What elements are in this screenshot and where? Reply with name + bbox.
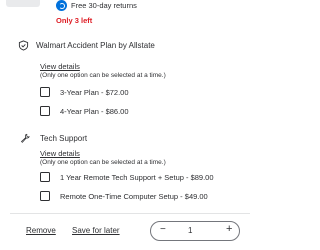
tech-option-setup-label[interactable]: Remote One-Time Computer Setup - $49.00 [60, 192, 208, 201]
tech-support-view-details-link[interactable]: View details [40, 149, 80, 158]
tech-option-remote-support-label[interactable]: 1 Year Remote Tech Support + Setup - $89… [60, 173, 214, 182]
remove-link[interactable]: Remove [26, 226, 56, 235]
shield-icon [18, 40, 29, 51]
protection-plan-title: Walmart Accident Plan by Allstate [36, 41, 155, 50]
save-for-later-link[interactable]: Save for later [72, 226, 120, 235]
plan-option-3yr-checkbox[interactable] [40, 87, 50, 97]
quantity-decrease-button[interactable]: − [160, 224, 166, 235]
plan-option-4yr-label[interactable]: 4-Year Plan - $86.00 [60, 107, 129, 116]
tech-support-title: Tech Support [40, 134, 88, 143]
stock-status: Only 3 left [56, 16, 93, 25]
tech-support-note: (Only one option can be selected at a ti… [40, 159, 166, 166]
plan-option-4yr-checkbox[interactable] [40, 106, 50, 116]
returns-icon [56, 0, 67, 11]
plan-option-3yr-label[interactable]: 3-Year Plan - $72.00 [60, 88, 129, 97]
quantity-value: 1 [188, 226, 193, 235]
protection-plan-note: (Only one option can be selected at a ti… [40, 72, 166, 79]
section-divider [10, 213, 250, 214]
quantity-increase-button[interactable]: + [226, 223, 232, 235]
protection-plan-view-details-link[interactable]: View details [40, 62, 80, 71]
product-thumbnail[interactable] [6, 0, 40, 7]
returns-text: Free 30-day returns [71, 1, 137, 10]
wrench-icon [20, 133, 30, 143]
tech-option-remote-support-checkbox[interactable] [40, 172, 50, 182]
tech-option-setup-checkbox[interactable] [40, 191, 50, 201]
